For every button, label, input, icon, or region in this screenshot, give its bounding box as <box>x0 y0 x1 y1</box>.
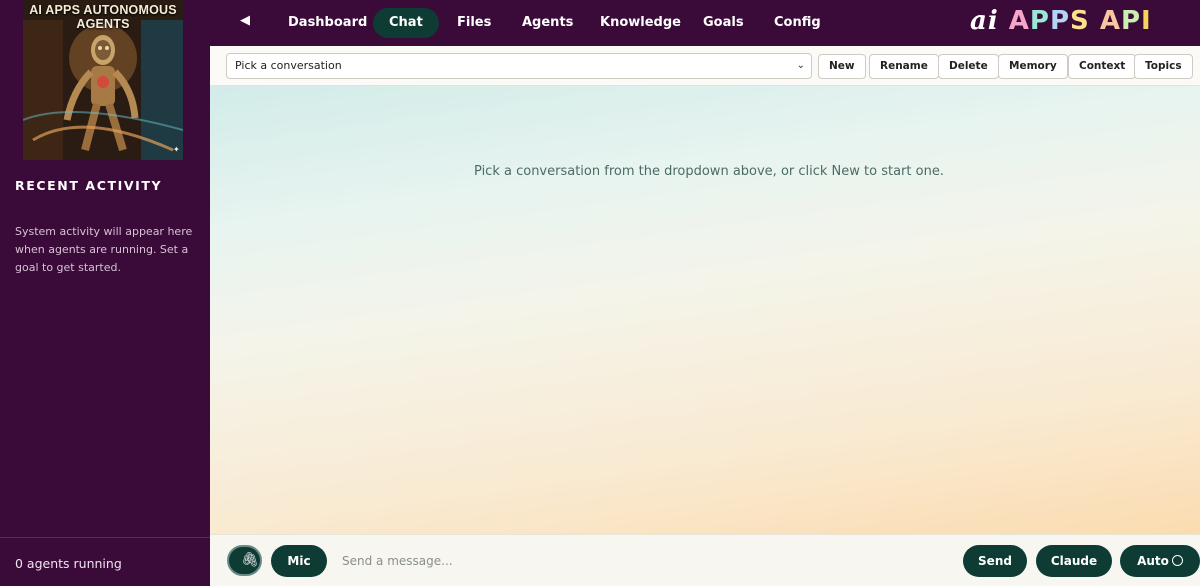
brand-api: API <box>1099 6 1152 36</box>
paperclip-icon: 🖇︎ <box>241 552 259 568</box>
conversation-select-value: Pick a conversation <box>235 59 342 72</box>
logo-title: AI APPS AUTONOMOUS AGENTS <box>29 3 177 31</box>
svg-text:✦: ✦ <box>173 145 180 154</box>
chat-toolbar: Pick a conversation ⌄ New Rename Delete … <box>210 46 1200 86</box>
attach-button[interactable]: 🖇︎ <box>227 545 262 576</box>
recent-activity-text: System activity will appear here when ag… <box>15 225 193 274</box>
new-button[interactable]: New <box>818 54 866 79</box>
topics-button[interactable]: Topics <box>1134 54 1193 79</box>
conversation-select[interactable]: Pick a conversation ⌄ <box>226 53 812 79</box>
delete-button[interactable]: Delete <box>938 54 999 79</box>
recent-activity-title: RECENT ACTIVITY <box>15 178 163 193</box>
agents-running-status: 0 agents running <box>15 556 122 571</box>
tab-agents[interactable]: Agents <box>506 8 589 38</box>
auto-mode-button[interactable]: Auto <box>1120 545 1200 577</box>
brand-apps: APPS <box>1008 6 1090 36</box>
toggle-circle-icon <box>1171 555 1183 566</box>
tab-dashboard[interactable]: Dashboard <box>272 8 383 38</box>
tab-config[interactable]: Config <box>758 8 837 38</box>
auto-mode-label: Auto <box>1137 554 1169 568</box>
send-button[interactable]: Send <box>963 545 1027 577</box>
collapse-sidebar-icon[interactable]: ◀ <box>240 13 250 28</box>
context-button[interactable]: Context <box>1068 54 1137 79</box>
chevron-down-icon: ⌄ <box>796 60 805 71</box>
message-composer: 🖇︎ Mic Send Claude Auto <box>210 534 1200 586</box>
rename-button[interactable]: Rename <box>869 54 939 79</box>
top-nav: ◀ Dashboard Chat Files Agents Knowledge … <box>210 0 1200 46</box>
tab-goals[interactable]: Goals <box>687 8 760 38</box>
tab-files[interactable]: Files <box>441 8 507 38</box>
chat-messages-area: Pick a conversation from the dropdown ab… <box>210 86 1200 534</box>
logo-image: ✦ AI APPS AUTONOMOUS AGENTS <box>23 0 183 160</box>
tab-knowledge[interactable]: Knowledge <box>584 8 697 38</box>
tab-chat[interactable]: Chat <box>373 8 439 38</box>
memory-button[interactable]: Memory <box>998 54 1068 79</box>
sidebar-footer: 0 agents running <box>0 537 210 586</box>
sidebar: ✦ AI APPS AUTONOMOUS AGENTS RECENT ACTIV… <box>0 0 210 586</box>
model-select-button[interactable]: Claude <box>1036 545 1112 577</box>
brand-logo: ai APPS API <box>970 6 1152 36</box>
empty-chat-message: Pick a conversation from the dropdown ab… <box>474 164 944 179</box>
main-panel: Pick a conversation ⌄ New Rename Delete … <box>210 46 1200 586</box>
mic-button[interactable]: Mic <box>271 545 327 577</box>
brand-ai: ai <box>970 6 999 36</box>
message-input[interactable] <box>336 547 936 575</box>
